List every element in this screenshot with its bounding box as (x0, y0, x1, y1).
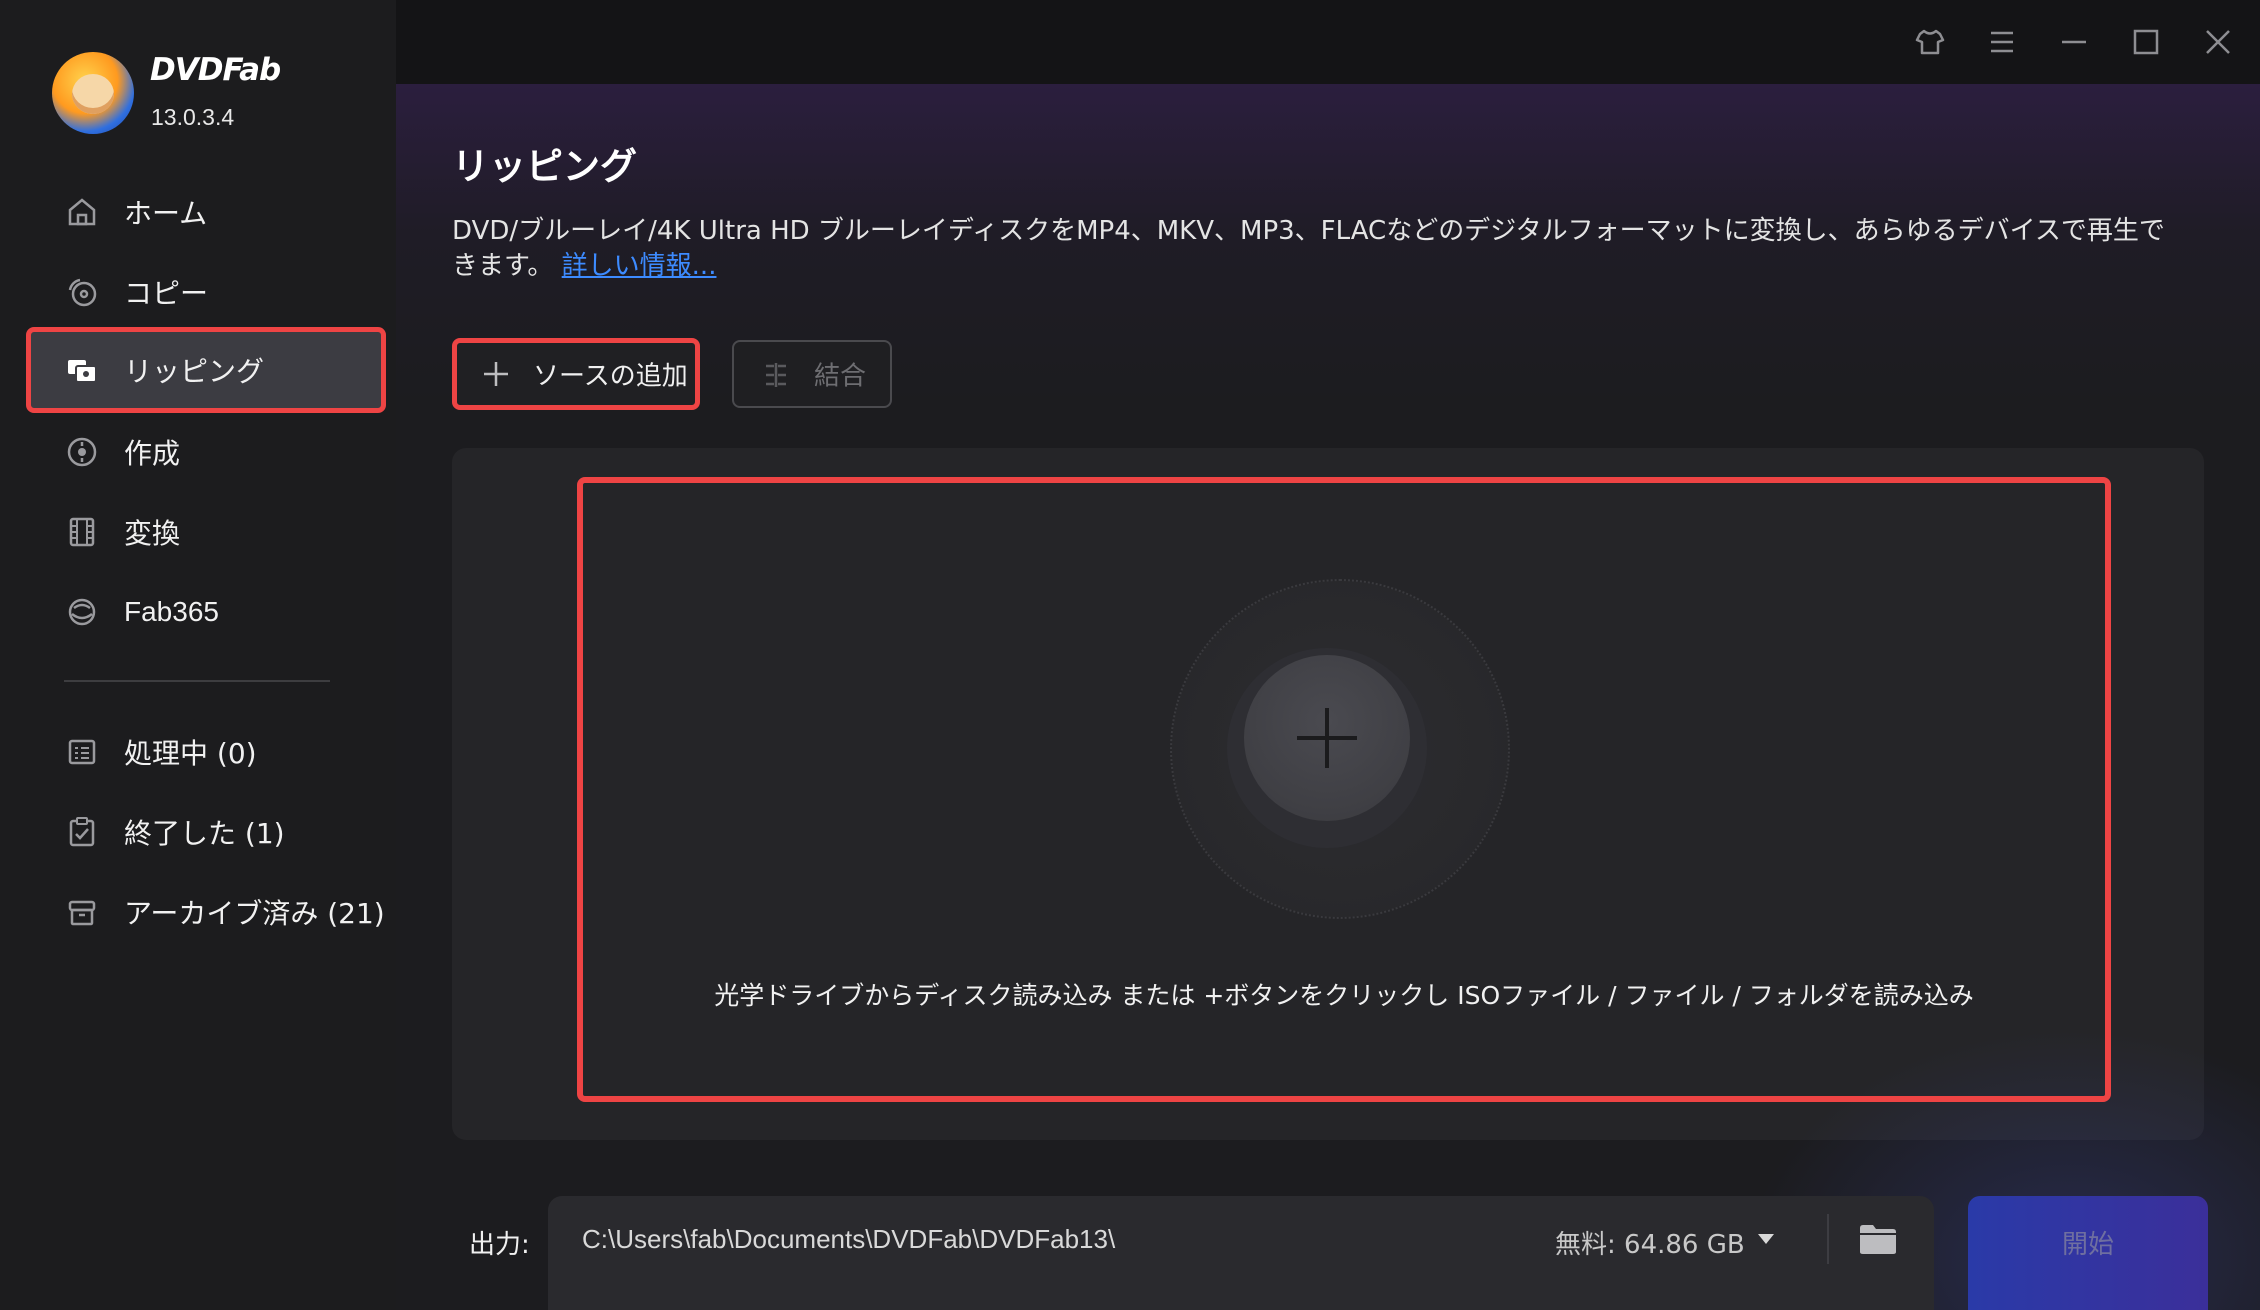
merge-label: 結合 (814, 361, 867, 392)
minimize-button[interactable] (2050, 18, 2098, 66)
sidebar-item-label: Fab365 (124, 596, 219, 627)
sidebar-item-fab365[interactable]: Fab365 (26, 569, 386, 655)
sidebar-item-label: リッピング (124, 355, 265, 388)
more-info-link[interactable]: 詳しい情報... (562, 251, 717, 281)
sidebar-item-processing[interactable]: 処理中 (0) (26, 709, 386, 795)
home-icon (68, 198, 96, 226)
sidebar-item-label: ホーム (124, 197, 208, 230)
copy-disc-icon (68, 278, 97, 307)
brand-name: DVDFab (150, 52, 281, 88)
merge-button[interactable]: 結合 (732, 340, 892, 408)
sidebar-item-label: 処理中 (0) (124, 737, 257, 770)
drop-hint-text: 光学ドライブからディスク読み込み または +ボタンをクリックし ISOファイル … (714, 981, 1974, 1010)
maximize-button[interactable] (2122, 18, 2170, 66)
close-icon (2206, 30, 2230, 54)
plus-icon-vertical (1325, 708, 1329, 768)
add-source-button[interactable]: ソースの追加 (452, 338, 700, 410)
sidebar-divider (64, 680, 330, 682)
app-version: 13.0.3.4 (151, 104, 235, 130)
finished-clipboard-icon (69, 817, 95, 847)
fab365-icon (68, 598, 96, 626)
add-file-button[interactable] (1244, 655, 1410, 821)
menu-icon (1991, 31, 2013, 53)
merge-icon (766, 363, 786, 387)
output-label: 出力: (469, 1230, 530, 1260)
start-button[interactable]: 開始 (1968, 1196, 2208, 1310)
sidebar-item-home[interactable]: ホーム (26, 169, 386, 255)
free-space: 無料: 64.86 GB (1555, 1230, 1745, 1260)
sidebar-item-label: アーカイブ済み (21) (124, 897, 385, 930)
plus-icon (484, 362, 508, 386)
sidebar-item-ripper[interactable]: リッピング (26, 327, 386, 413)
sidebar-item-creator[interactable]: 作成 (26, 409, 386, 495)
sidebar-item-label: 終了した (1) (124, 817, 285, 850)
sidebar-item-finished[interactable]: 終了した (1) (26, 789, 386, 875)
folder-icon[interactable] (1858, 1222, 1898, 1256)
close-button[interactable] (2194, 18, 2242, 66)
film-icon (69, 517, 95, 547)
start-label: 開始 (2061, 1230, 2114, 1260)
output-path: C:\Users\fab\Documents\DVDFab\DVDFab13\ (582, 1224, 1116, 1254)
sidebar-item-copy[interactable]: コピー (26, 249, 386, 335)
creator-icon (67, 437, 97, 467)
output-separator (1827, 1214, 1829, 1264)
menu-button[interactable] (1978, 18, 2026, 66)
sidebar-item-label: コピー (124, 277, 209, 310)
maximize-icon (2133, 29, 2159, 55)
task-list-icon (68, 739, 96, 765)
sidebar: DVDFab 13.0.3.4 ホーム コピー リッピング 作成 変換 Fab3… (0, 0, 396, 1310)
sidebar-item-converter[interactable]: 変換 (26, 489, 386, 575)
page-title: リッピング (452, 145, 637, 188)
sidebar-item-archived[interactable]: アーカイブ済み (21) (26, 869, 386, 955)
archive-box-icon (68, 900, 96, 926)
dvdfab-logo (52, 52, 134, 134)
title-bar (396, 0, 2260, 84)
add-source-label: ソースの追加 (533, 361, 688, 392)
sidebar-item-label: 作成 (124, 437, 181, 470)
sidebar-item-label: 変換 (124, 517, 181, 550)
page-description: DVD/ブルーレイ/4K Ultra HD ブルーレイディスクをMP4、MKV、… (452, 214, 2172, 284)
minimize-icon (2062, 40, 2086, 44)
chevron-down-icon[interactable] (1758, 1234, 1774, 1244)
theme-button[interactable] (1906, 18, 1954, 66)
ripper-icon (68, 360, 97, 383)
theme-shirt-icon (1915, 29, 1945, 55)
